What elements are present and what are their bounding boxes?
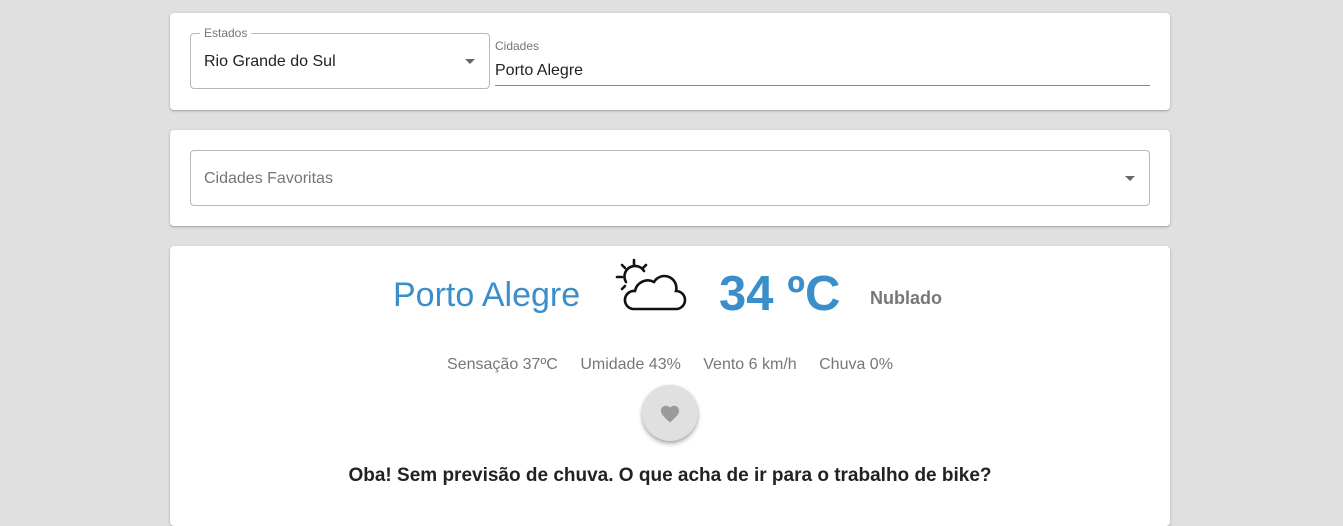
- dropdown-arrow-icon: [465, 59, 475, 64]
- humidity: Umidade 43%: [580, 356, 681, 373]
- weather-condition: Nublado: [870, 288, 942, 308]
- favorite-button[interactable]: [642, 385, 698, 441]
- cidade-field: Cidades: [495, 39, 1150, 87]
- bike-suggestion-message: Oba! Sem previsão de chuva. O que acha d…: [348, 465, 992, 486]
- favorites-card: Cidades Favoritas: [170, 130, 1170, 226]
- weather-card: Porto Alegre 34 ºC Nublado Sensação 37ºC…: [170, 246, 1170, 526]
- estado-value: Rio Grande do Sul: [204, 53, 336, 70]
- estado-label: Estados: [200, 26, 252, 40]
- city-name: Porto Alegre: [393, 276, 581, 314]
- cidade-input[interactable]: [495, 56, 1150, 86]
- weather-details: Sensação 37ºC Umidade 43% Vento 6 km/h C…: [170, 356, 1170, 374]
- search-card: Estados Rio Grande do Sul Cidades: [170, 13, 1170, 110]
- cidade-label: Cidades: [495, 39, 540, 53]
- partly-cloudy-sun-icon: [614, 258, 688, 314]
- dropdown-arrow-icon: [1125, 176, 1135, 181]
- feels-like: Sensação 37ºC: [447, 356, 558, 373]
- temperature: 34 ºC: [719, 267, 841, 321]
- heart-icon: [660, 405, 680, 423]
- rain-chance: Chuva 0%: [819, 356, 893, 373]
- favorite-cities-placeholder: Cidades Favoritas: [204, 170, 333, 187]
- favorite-cities-select[interactable]: Cidades Favoritas: [190, 150, 1150, 206]
- wind: Vento 6 km/h: [703, 356, 797, 373]
- estado-select[interactable]: Estados Rio Grande do Sul: [190, 26, 490, 89]
